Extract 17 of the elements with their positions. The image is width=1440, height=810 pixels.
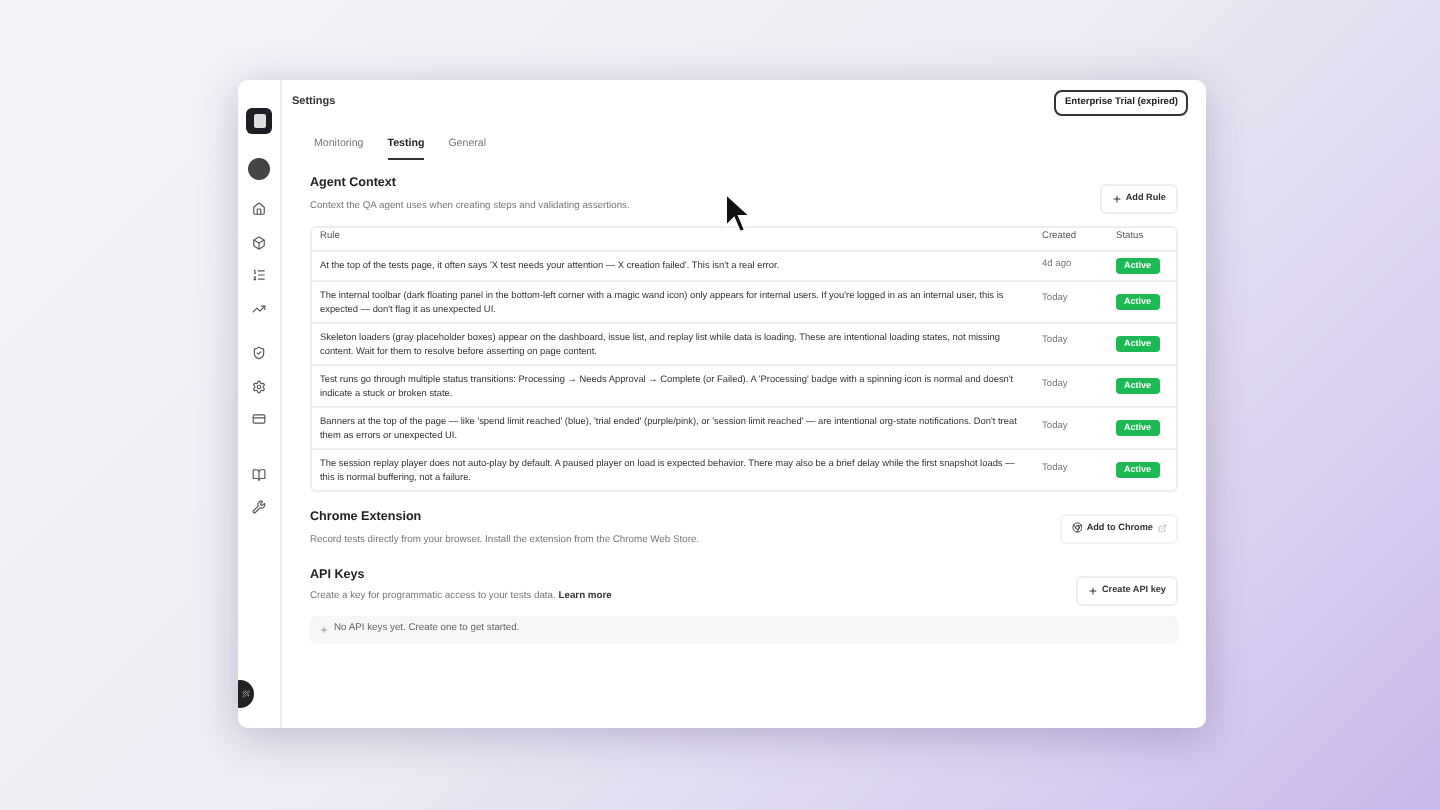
plus-icon (1087, 585, 1098, 596)
shield-icon[interactable] (252, 346, 266, 360)
chrome-icon (1071, 522, 1083, 534)
avatar[interactable] (248, 157, 270, 179)
logo-icon[interactable] (246, 108, 272, 134)
home-icon[interactable] (252, 202, 266, 216)
external-link-icon (1157, 523, 1166, 533)
trend-icon[interactable] (252, 301, 266, 315)
plus-icon (320, 625, 328, 634)
plus-icon (1111, 194, 1122, 205)
list-icon[interactable] (252, 268, 266, 282)
settings-icon[interactable] (252, 379, 266, 393)
cube-icon[interactable] (252, 235, 266, 249)
card-icon[interactable] (252, 412, 266, 426)
wrench-icon[interactable] (252, 500, 266, 514)
book-icon[interactable] (252, 467, 266, 481)
mouse-cursor-icon (724, 192, 752, 236)
